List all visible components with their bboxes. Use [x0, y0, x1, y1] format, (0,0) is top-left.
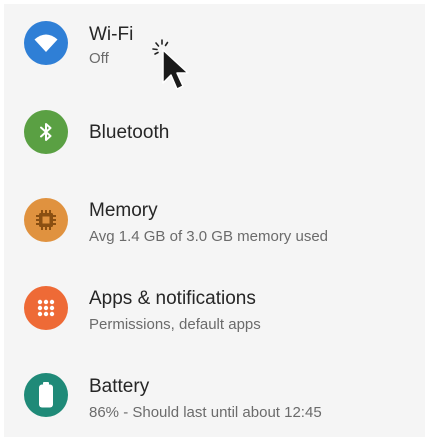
- settings-item-title: Wi-Fi: [89, 24, 134, 45]
- settings-item-title: Battery: [89, 376, 150, 397]
- settings-item-title: Apps & notifications: [89, 288, 256, 309]
- settings-item-memory[interactable]: Memory Avg 1.4 GB of 3.0 GB memory used: [4, 180, 425, 260]
- settings-item-subtitle: Off: [89, 50, 109, 67]
- battery-icon: [24, 373, 68, 417]
- settings-item-battery[interactable]: Battery 86% - Should last until about 12…: [4, 356, 425, 436]
- settings-item-bluetooth[interactable]: Bluetooth: [4, 92, 425, 172]
- apps-grid-icon: [24, 286, 68, 330]
- settings-item-subtitle: 86% - Should last until about 12:45: [89, 404, 322, 421]
- settings-item-wifi[interactable]: Wi-Fi Off: [4, 4, 425, 84]
- bluetooth-icon: [24, 110, 68, 154]
- settings-item-apps-notifications[interactable]: Apps & notifications Permissions, defaul…: [4, 268, 425, 348]
- settings-item-subtitle: Avg 1.4 GB of 3.0 GB memory used: [89, 228, 329, 245]
- settings-list: Wi-Fi Off Bluetooth Memory Avg 1.4 GB of…: [4, 4, 425, 437]
- wifi-icon: [24, 21, 68, 65]
- settings-item-subtitle: Permissions, default apps: [89, 316, 261, 333]
- memory-chip-icon: [24, 198, 68, 242]
- settings-item-title: Bluetooth: [89, 122, 170, 143]
- settings-item-title: Memory: [89, 200, 158, 221]
